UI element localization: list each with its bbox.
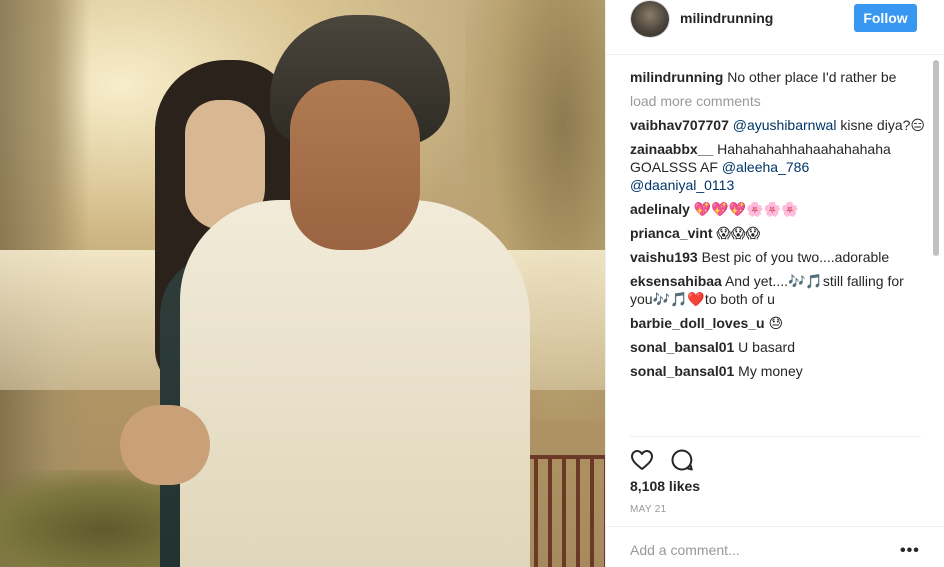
caption-username[interactable]: milindrunning [630, 69, 723, 85]
add-comment-input[interactable]: Add a comment... [630, 542, 740, 558]
comment-item: barbie_doll_loves_u 😓 [630, 314, 930, 332]
comment-text: U basard [734, 339, 795, 355]
comment-text: My money [734, 363, 803, 379]
comment-item: vaishu193 Best pic of you two....adorabl… [630, 248, 930, 266]
heart-icon[interactable] [630, 448, 654, 472]
comment-item: vaibhav707707 @ayushibarnwal kisne diya?… [630, 116, 930, 134]
photo-man-body [180, 200, 530, 567]
comment-text: Best pic of you two....adorable [697, 249, 890, 265]
load-more-comments-link[interactable]: load more comments [630, 92, 930, 110]
post-username[interactable]: milindrunning [680, 10, 773, 26]
caption-text: No other place I'd rather be [727, 69, 897, 85]
post-side-panel: milindrunning Follow milindrunning No ot… [605, 0, 944, 567]
comments-scrollbar[interactable] [930, 58, 940, 436]
photo-man-face [290, 80, 420, 250]
comment-item: zainaabbx__ Hahahahahhahaahahahaha GOALS… [630, 140, 930, 194]
comment-item: prianca_vint 😱😱😱 [630, 224, 930, 242]
comment-item: eksensahibaa And yet....🎶🎵still falling … [630, 272, 930, 308]
comment-item: adelinaly 💖💖💖🌸🌸🌸 [630, 200, 930, 218]
comment-username[interactable]: sonal_bansal01 [630, 339, 734, 355]
comment-text: 😓 [764, 315, 784, 331]
comment-item: sonal_bansal01 My money [630, 362, 930, 380]
likes-count[interactable]: 8,108 likes [630, 478, 700, 494]
actions-divider [630, 436, 921, 437]
photo-railing [520, 455, 605, 567]
comment-username[interactable]: sonal_bansal01 [630, 363, 734, 379]
add-comment-bar: Add a comment... ••• [606, 526, 944, 567]
follow-button[interactable]: Follow [854, 4, 917, 32]
comment-username[interactable]: zainaabbx__ [630, 141, 713, 157]
post-caption: milindrunning No other place I'd rather … [630, 68, 930, 86]
comment-username[interactable]: barbie_doll_loves_u [630, 315, 765, 331]
comment-bubble-icon[interactable] [670, 448, 694, 472]
comment-username[interactable]: prianca_vint [630, 225, 712, 241]
comment-mention[interactable]: @daaniyal_0113 [630, 177, 734, 193]
scrollbar-thumb[interactable] [933, 60, 939, 256]
post-header: milindrunning Follow [606, 0, 944, 55]
photo-hand [120, 405, 210, 485]
comment-username[interactable]: vaibhav707707 [630, 117, 729, 133]
comment-username[interactable]: eksensahibaa [630, 273, 722, 289]
comment-username[interactable]: adelinaly [630, 201, 690, 217]
post-date: MAY 21 [630, 504, 667, 515]
comment-username[interactable]: vaishu193 [630, 249, 698, 265]
comment-text: 😱😱😱 [712, 225, 761, 241]
comment-text: kisne diya?😑 [836, 117, 925, 133]
comment-mention[interactable]: @aleeha_786 [722, 159, 809, 175]
profile-avatar[interactable] [630, 0, 670, 38]
comment-mention[interactable]: @ayushibarnwal [733, 117, 837, 133]
comment-item: sonal_bansal01 U basard [630, 338, 930, 356]
post-photo[interactable] [0, 0, 605, 567]
comments-list: milindrunning No other place I'd rather … [630, 68, 930, 436]
comment-text: 💖💖💖🌸🌸🌸 [689, 201, 799, 217]
more-options-icon[interactable]: ••• [900, 543, 920, 559]
